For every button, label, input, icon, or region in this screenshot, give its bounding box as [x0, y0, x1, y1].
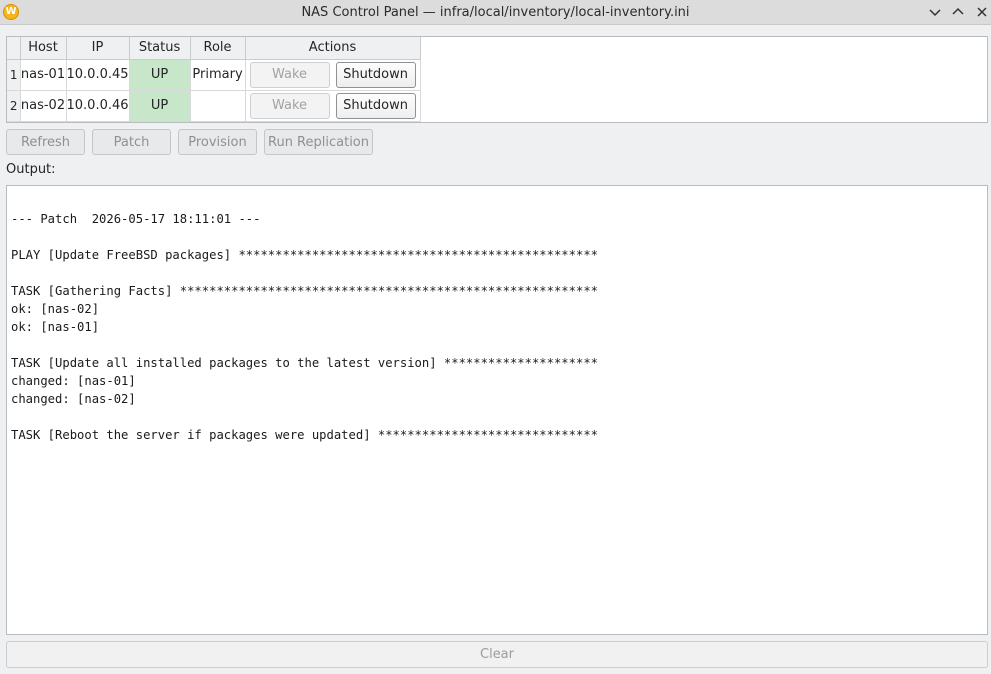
table-row[interactable]: 2 nas-02 10.0.0.46 UP Wake Shutdown [7, 90, 421, 122]
actions-cell: Wake Shutdown [245, 90, 421, 122]
output-label: Output: [6, 162, 56, 177]
wake-button[interactable]: Wake [249, 61, 330, 88]
row-number: 1 [7, 59, 21, 91]
hosts-table: Host IP Status Role Actions 1 nas-01 10.… [7, 37, 421, 122]
shutdown-button[interactable]: Shutdown [335, 92, 416, 119]
column-header-status[interactable]: Status [129, 37, 191, 60]
column-header-ip[interactable]: IP [66, 37, 130, 60]
output-log[interactable]: --- Patch 2026-05-17 18:11:01 --- PLAY [… [6, 185, 988, 635]
ip-cell[interactable]: 10.0.0.46 [66, 90, 130, 122]
column-header-role[interactable]: Role [190, 37, 246, 60]
hosts-table-container: Host IP Status Role Actions 1 nas-01 10.… [6, 36, 988, 123]
shutdown-button[interactable]: Shutdown [335, 61, 416, 88]
column-header-actions[interactable]: Actions [245, 37, 421, 60]
role-cell[interactable] [190, 90, 246, 122]
window-title: NAS Control Panel — infra/local/inventor… [301, 5, 690, 20]
patch-button[interactable]: Patch [92, 129, 171, 155]
minimize-chevron-down-icon[interactable] [925, 3, 945, 22]
status-badge[interactable]: UP [129, 59, 191, 91]
wake-button[interactable]: Wake [249, 92, 330, 119]
clear-button[interactable]: Clear [6, 641, 988, 668]
refresh-button[interactable]: Refresh [6, 129, 85, 155]
ip-cell[interactable]: 10.0.0.45 [66, 59, 130, 91]
host-cell[interactable]: nas-01 [20, 59, 67, 91]
table-row[interactable]: 1 nas-01 10.0.0.45 UP Primary Wake Shutd… [7, 59, 421, 91]
status-badge[interactable]: UP [129, 90, 191, 122]
maximize-chevron-up-icon[interactable] [948, 3, 968, 22]
title-bar: W NAS Control Panel — infra/local/invent… [0, 0, 991, 25]
host-cell[interactable]: nas-02 [20, 90, 67, 122]
actions-cell: Wake Shutdown [245, 59, 421, 91]
run-replication-button[interactable]: Run Replication [264, 129, 373, 155]
row-number: 2 [7, 90, 21, 122]
provision-button[interactable]: Provision [178, 129, 257, 155]
action-toolbar: Refresh Patch Provision Run Replication [6, 129, 373, 155]
close-icon[interactable] [972, 3, 991, 22]
role-cell[interactable]: Primary [190, 59, 246, 91]
column-header-host[interactable]: Host [20, 37, 67, 60]
table-corner [7, 37, 21, 60]
